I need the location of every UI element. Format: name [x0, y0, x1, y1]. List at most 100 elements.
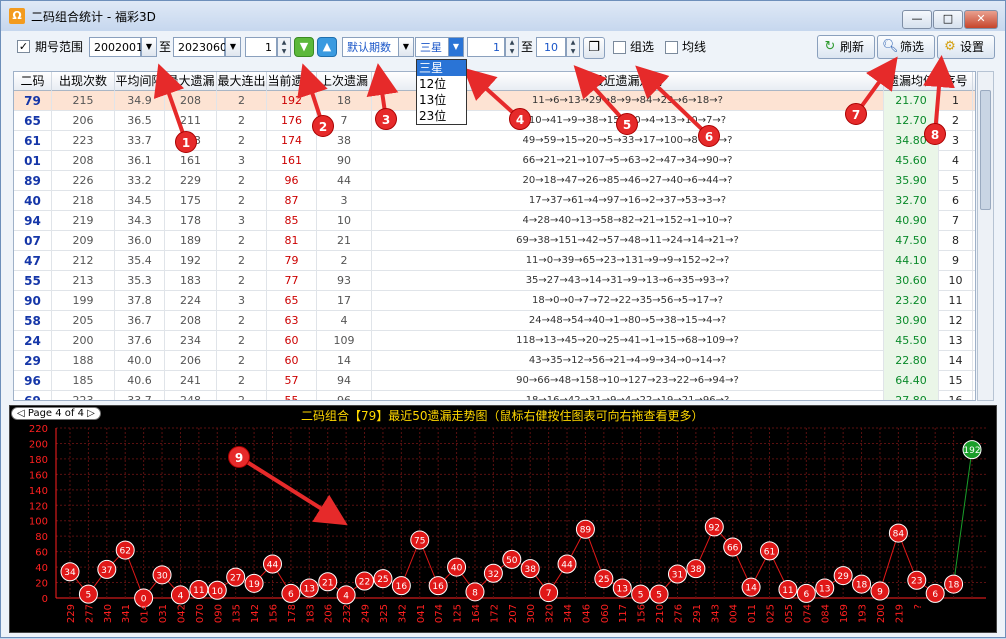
close-button[interactable]: ✕ — [964, 10, 998, 29]
col-header-current-miss[interactable]: 当前遗漏 — [267, 72, 317, 91]
data-label: 5 — [638, 591, 644, 601]
col-header-code[interactable]: 二码 — [14, 72, 52, 91]
cell-index: 10 — [939, 271, 973, 291]
group-checkbox[interactable] — [613, 41, 626, 54]
table-row[interactable]: 58 205 36.7 208 2 63 4 24→48→54→40→1→80→5→38→15… — [14, 311, 975, 331]
to-period-dropdown[interactable]: ▼ — [225, 37, 241, 57]
vertical-scrollbar[interactable] — [977, 71, 994, 401]
cell-max-miss: 192 — [165, 251, 217, 271]
up-arrow-icon[interactable]: ▲ — [317, 37, 337, 57]
step-input[interactable]: 1 — [245, 37, 277, 57]
table-row[interactable]: 96 185 40.6 241 2 57 94 90→66→48→158→10→127→23→… — [14, 371, 975, 391]
default-period-select[interactable]: 默认期数 — [342, 37, 402, 57]
default-period-dropdown[interactable]: ▼ — [398, 37, 414, 57]
table-row[interactable]: 29 188 40.0 206 2 60 14 43→35→12→56→21→4→9→34→0… — [14, 351, 975, 371]
cell-max-miss: 241 — [165, 371, 217, 391]
cell-current-miss: 79 — [267, 251, 317, 271]
from-period-input[interactable]: 2002001 — [89, 37, 143, 57]
cell-count: 219 — [52, 211, 115, 231]
cell-miss-avg: 27.80 — [884, 391, 939, 400]
copy-icon[interactable]: ❐ — [583, 37, 605, 59]
x-tick-label: 074 — [434, 604, 445, 623]
to-num-input[interactable]: 10 — [536, 37, 566, 57]
to-num-label: 至 — [521, 40, 534, 54]
from-period-dropdown[interactable]: ▼ — [141, 37, 157, 57]
col-header-miss-avg[interactable]: 遗漏均值 — [884, 72, 939, 91]
x-tick-label: ? — [913, 604, 924, 609]
cell-index: 14 — [939, 351, 973, 371]
table-row[interactable]: 94 219 34.3 178 3 85 10 4→28→40→13→58→82→21→152… — [14, 211, 975, 231]
position-dropdown-list[interactable]: 三星 12位 13位 23位 — [416, 59, 467, 125]
cell-count: 215 — [52, 91, 115, 111]
cell-trend: 17→37→61→4→97→16→2→37→53→3→? — [372, 191, 884, 211]
trend-chart[interactable]: 0 20 40 60 80 100 120 140 160 180 200 220 34 5 37 62 0 30… — [9, 405, 997, 633]
table-row[interactable]: 6520636.52112176710→41→9→38→15→10→4→13→1… — [14, 111, 975, 131]
table-row[interactable]: 55 213 35.3 183 2 77 93 35→27→43→14→31→9→13→6→3… — [14, 271, 975, 291]
cell-count: 223 — [52, 391, 115, 400]
cell-count: 185 — [52, 371, 115, 391]
table-row[interactable]: 79 215 34.9 208 2 192 18 11→6→13→29→8→9→84→23→6… — [14, 91, 975, 111]
from-num-spinner[interactable]: ▲ ▼ — [505, 37, 519, 57]
data-label: 18 — [948, 581, 960, 591]
chart-pager[interactable]: ◁ Page 4 of 4 ▷ — [11, 407, 101, 420]
table-row[interactable]: 89 226 33.2 229 2 96 44 20→18→47→26→85→46→27→40… — [14, 171, 975, 191]
data-label: 29 — [837, 572, 849, 582]
cell-count: 213 — [52, 271, 115, 291]
cell-miss-avg: 23.20 — [884, 291, 939, 311]
table-row[interactable]: 07 209 36.0 189 2 81 21 69→38→151→42→57→48→11→2… — [14, 231, 975, 251]
table-row[interactable]: 24 200 37.6 234 2 60 109 118→13→45→20→25→41→1→1… — [14, 331, 975, 351]
data-label: 22 — [359, 578, 370, 588]
settings-button[interactable]: ⚙ 设置 — [937, 35, 995, 59]
position-dropdown[interactable]: ▼ — [448, 37, 464, 57]
col-header-count[interactable]: 出现次数 — [52, 72, 115, 91]
average-line-checkbox[interactable] — [665, 41, 678, 54]
period-range-checkbox[interactable]: ✓ — [17, 40, 30, 53]
dropdown-option[interactable]: 13位 — [417, 92, 466, 108]
cell-max-miss: 229 — [165, 171, 217, 191]
cell-max-streak: 2 — [217, 131, 267, 151]
dropdown-option[interactable]: 23位 — [417, 108, 466, 124]
search-icon: 🔍︎ — [882, 39, 899, 54]
annotation-marker: 8 — [924, 123, 946, 145]
col-header-last-miss[interactable]: 上次遗漏 — [317, 72, 372, 91]
maximize-button[interactable]: □ — [933, 10, 963, 29]
col-header-max-streak[interactable]: 最大连出 — [217, 72, 267, 91]
cell-current-miss: 77 — [267, 271, 317, 291]
table-row[interactable]: 69 223 33.7 248 2 55 96 18→16→42→31→9→4→22→19→2… — [14, 391, 975, 400]
cell-index: 8 — [939, 231, 973, 251]
table-row[interactable]: 01 208 36.1 161 3 161 90 66→21→21→107→5→63→2→47… — [14, 151, 975, 171]
filter-button[interactable]: 🔍︎ 筛选 — [877, 35, 935, 59]
position-select[interactable]: 三星 — [415, 37, 449, 57]
table-row[interactable]: 40 218 34.5 175 2 87 3 17→37→61→4→97→16→2→37→53… — [14, 191, 975, 211]
to-num-spinner[interactable]: ▲ ▼ — [566, 37, 580, 57]
cell-miss-avg: 47.50 — [884, 231, 939, 251]
data-label: 16 — [396, 582, 408, 592]
data-label: 5 — [86, 591, 92, 601]
cell-index: 13 — [939, 331, 973, 351]
from-num-input[interactable]: 1 — [467, 37, 505, 57]
table-row[interactable]: 47 212 35.4 192 2 79 2 11→0→39→65→23→131→9→9→15… — [14, 251, 975, 271]
down-arrow-icon[interactable]: ▼ — [294, 37, 314, 57]
cell-current-miss: 87 — [267, 191, 317, 211]
col-header-max-miss[interactable]: 最大遗漏 — [165, 72, 217, 91]
table-row[interactable]: 90 199 37.8 224 3 65 17 18→0→0→7→72→22→35→56→5→… — [14, 291, 975, 311]
data-label: 11 — [782, 586, 793, 596]
refresh-button[interactable]: ↻ 刷新 — [817, 35, 875, 59]
data-label: 13 — [304, 584, 315, 594]
cell-trend: 18→16→42→31→9→4→22→19→21→96→? — [372, 391, 884, 400]
dropdown-option[interactable]: 三星 — [417, 60, 466, 76]
y-tick-label: 80 — [35, 532, 48, 543]
scroll-thumb[interactable] — [980, 90, 991, 210]
dropdown-option[interactable]: 12位 — [417, 76, 466, 92]
cell-avg-interval: 34.9 — [115, 91, 165, 111]
col-header-index[interactable]: 序号 — [939, 72, 973, 91]
y-tick-label: 100 — [29, 517, 48, 528]
cell-avg-interval: 34.5 — [115, 191, 165, 211]
col-header-avg-interval[interactable]: 平均间隔 — [115, 72, 165, 91]
data-label: 40 — [451, 564, 463, 574]
table-row[interactable]: 6122333.721321743849→59→15→20→5→33→17→10… — [14, 131, 975, 151]
minimize-button[interactable]: — — [902, 10, 932, 29]
cell-trend: 69→38→151→42→57→48→11→24→14→21→? — [372, 231, 884, 251]
step-spinner[interactable]: ▲ ▼ — [277, 37, 291, 57]
to-period-input[interactable]: 2023060 — [173, 37, 227, 57]
